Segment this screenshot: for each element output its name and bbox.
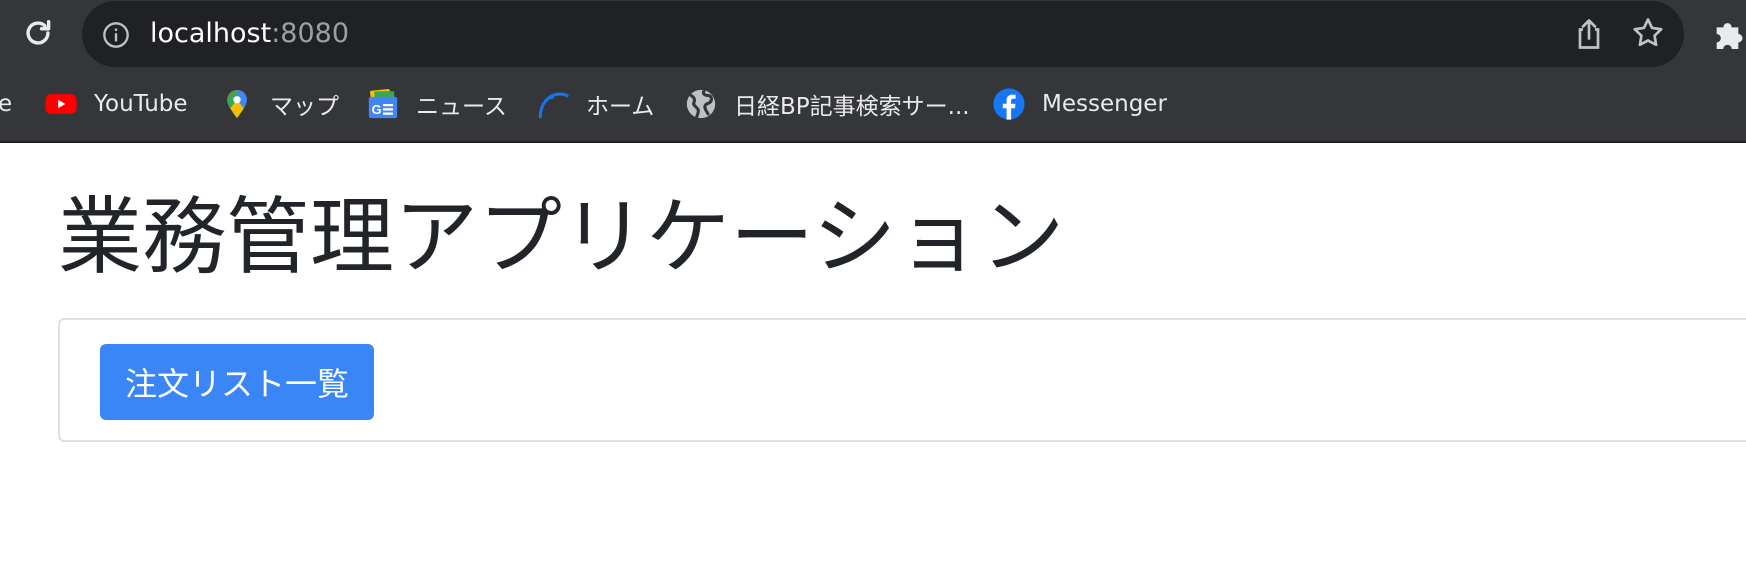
star-icon[interactable] (1630, 15, 1666, 51)
page-content: 業務管理アプリケーション 注文リスト一覧 (0, 143, 1746, 578)
youtube-icon (45, 94, 77, 114)
url-port: :8080 (271, 18, 350, 49)
google-news-icon: G (368, 88, 398, 119)
bookmark-home[interactable]: ホーム (536, 82, 654, 126)
address-bar[interactable]: localhost:8080 (82, 1, 1684, 67)
bookmark-label: ニュース (416, 94, 507, 120)
reload-button[interactable] (20, 15, 56, 51)
url-text[interactable]: localhost:8080 (150, 17, 349, 51)
reload-icon (26, 19, 51, 45)
bookmark-youtube[interactable]: YouTube (44, 82, 188, 126)
puzzle-icon[interactable] (1710, 14, 1746, 54)
bookmark-label: ホーム (586, 94, 655, 120)
bookmark-label: Messenger (1042, 91, 1167, 117)
page-title: 業務管理アプリケーション (58, 188, 1065, 286)
order-list-button[interactable]: 注文リスト一覧 (100, 344, 374, 420)
info-icon[interactable] (102, 21, 130, 49)
google-maps-icon (227, 89, 247, 119)
url-host: localhost (150, 18, 272, 49)
bookmarks-bar: e YouTube マップ G ニュース ホーム 日経BP記事検索サー... M… (0, 82, 1746, 126)
bookmark-partial[interactable]: e (0, 82, 12, 126)
bookmark-label: e (0, 91, 13, 117)
share-icon[interactable] (1571, 16, 1607, 52)
bookmark-label: マップ (270, 94, 339, 120)
bookmark-nikkei[interactable]: 日経BP記事検索サー... (684, 82, 970, 126)
bookmark-news[interactable]: G ニュース (366, 82, 507, 126)
menu-card: 注文リスト一覧 (58, 318, 1746, 442)
facebook-icon (993, 88, 1025, 120)
bookmark-messenger[interactable]: Messenger (992, 82, 1167, 126)
bookmark-label: YouTube (94, 91, 188, 117)
bookmark-label: 日経BP記事検索サー... (734, 94, 970, 120)
bookmark-maps[interactable]: マップ (220, 82, 339, 126)
home-arc-icon (538, 92, 569, 119)
svg-text:G: G (372, 102, 382, 117)
globe-icon (686, 89, 716, 119)
address-row: localhost:8080 (0, 0, 1746, 70)
browser-chrome: localhost:8080 e YouTube マップ G ニュース ホーム … (0, 0, 1746, 142)
